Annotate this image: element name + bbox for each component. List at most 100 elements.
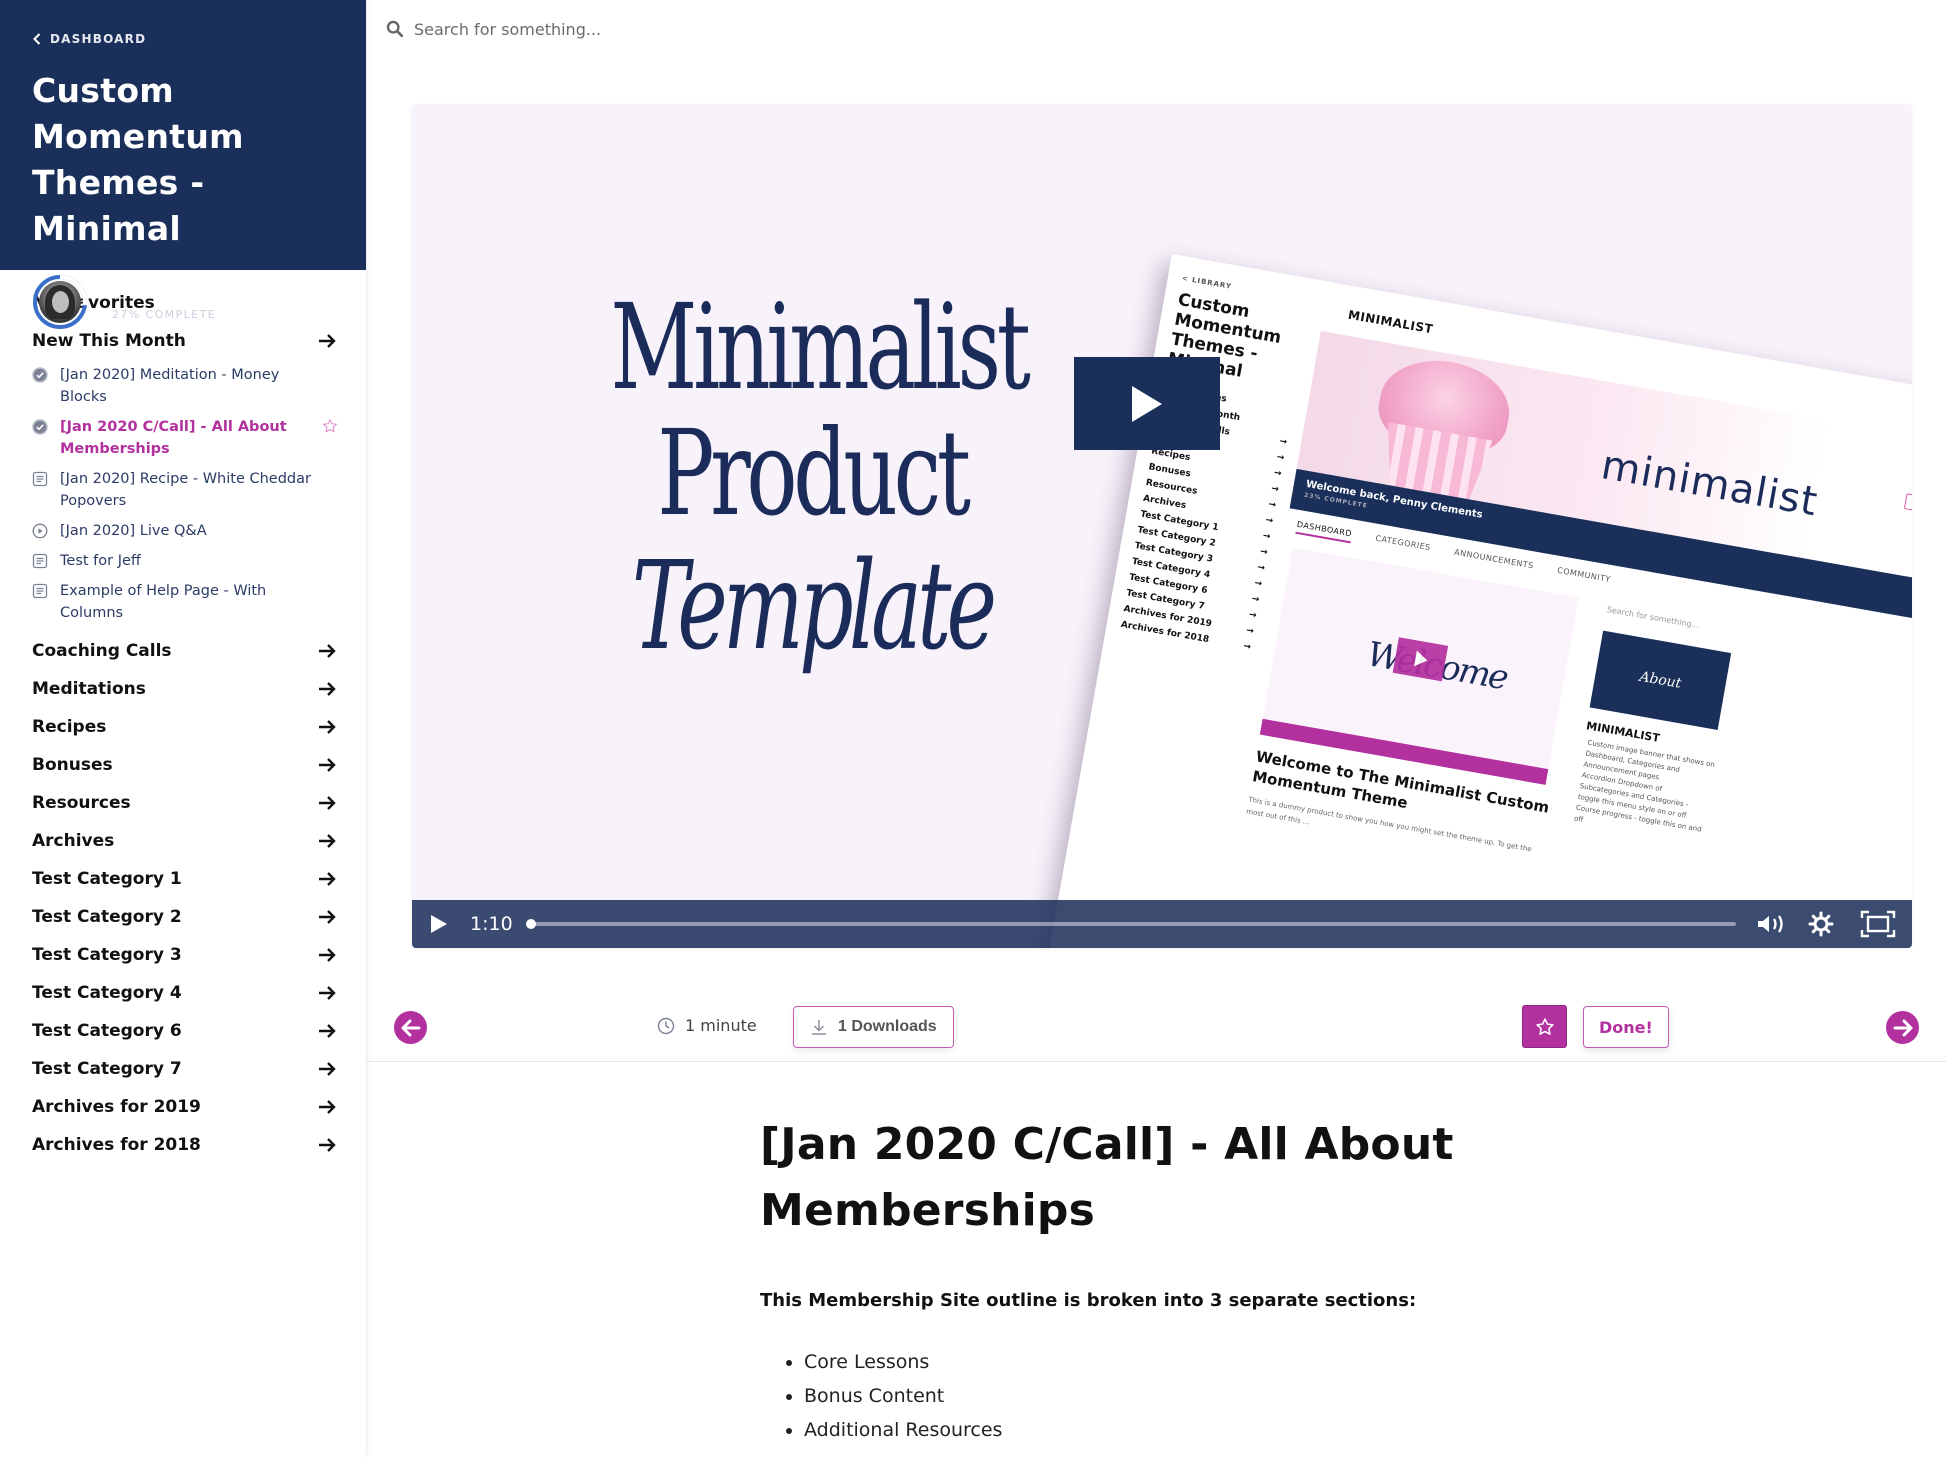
arrow-right-icon <box>319 1024 336 1038</box>
course-title: Custom Momentum Themes - Minimal <box>32 71 244 248</box>
mock-tab: COMMUNITY <box>1556 565 1612 585</box>
arrow-right-icon <box>319 834 336 848</box>
sections-list-item: Additional Resources <box>804 1413 1480 1447</box>
sidebar: DASHBOARD Custom Momentum Themes - Minim… <box>0 0 367 1457</box>
nav-section-label: Resources <box>32 793 131 813</box>
video-controls: 1:10 <box>412 900 1912 948</box>
nav-section-test-category-2[interactable]: Test Category 2 <box>32 898 366 936</box>
nav-section-label: Archives for 2019 <box>32 1097 201 1117</box>
nav-section-label: Recipes <box>32 717 107 737</box>
lesson-label: Test for Jeff <box>60 553 141 569</box>
arrow-right-icon: → <box>1250 594 1261 606</box>
settings-button[interactable] <box>1808 911 1834 937</box>
nav-section-label: Test Category 2 <box>32 907 182 927</box>
mock-wordmark: minimalist <box>1597 442 1822 526</box>
lesson-title: [Jan 2020 C/Call] - All About Membership… <box>760 1119 1454 1236</box>
lesson-item[interactable]: [Jan 2020] Meditation - Money Blocks <box>32 360 338 412</box>
big-play-button[interactable] <box>1074 357 1220 450</box>
nav-section-label: Test Category 6 <box>32 1021 182 1041</box>
video-player[interactable]: Minimalist Product Template < LIBRARY Cu… <box>412 104 1912 948</box>
document-icon <box>32 471 48 487</box>
arrow-right-icon <box>319 986 336 1000</box>
lesson-label: [Jan 2020 C/Call] - All About Membership… <box>60 419 287 457</box>
lesson-item[interactable]: Test for Jeff <box>32 546 338 576</box>
arrow-right-icon <box>319 910 336 924</box>
lesson-item-active[interactable]: [Jan 2020 C/Call] - All About Membership… <box>32 412 338 464</box>
nav-section-label: Test Category 4 <box>32 983 182 1003</box>
lesson-label: [Jan 2020] Live Q&A <box>60 523 207 539</box>
next-lesson-button[interactable] <box>1886 1011 1919 1044</box>
nav-section-resources[interactable]: Resources <box>32 784 366 822</box>
nav-section-label: Meditations <box>32 679 146 699</box>
nav-section-meditations[interactable]: Meditations <box>32 670 366 708</box>
arrow-right-icon <box>319 796 336 810</box>
thumbnail-line-1: Minimalist <box>610 278 1030 416</box>
nav-section-test-category-1[interactable]: Test Category 1 <box>32 860 366 898</box>
arrow-right-icon: → <box>1267 499 1277 511</box>
nav-section-label: New This Month <box>32 331 186 351</box>
thumbnail-line-3: Template <box>631 535 997 677</box>
arrow-right-icon: → <box>1278 436 1288 448</box>
play-circle-icon <box>32 523 48 539</box>
lesson-content: [Jan 2020 C/Call] - All About Membership… <box>760 1112 1480 1447</box>
fullscreen-icon <box>1860 910 1896 938</box>
volume-button[interactable] <box>1756 913 1788 935</box>
mock-brand: MINIMALIST <box>1346 307 1435 337</box>
arrow-right-icon <box>319 1062 336 1076</box>
nav-section-label: Archives <box>32 831 115 851</box>
progress-ring <box>33 275 87 329</box>
mock-pills: DASHBOARD CATEGORIES <box>1903 493 1912 530</box>
video-scrubber[interactable] <box>525 919 1736 929</box>
search-input[interactable] <box>414 19 934 39</box>
scrubber-handle[interactable] <box>525 919 536 929</box>
lesson-item[interactable]: [Jan 2020] Live Q&A <box>32 516 338 546</box>
course-nav: My Favorites New This Month [Jan 2020] M… <box>0 270 366 1164</box>
arrow-right-icon: → <box>1245 625 1255 637</box>
lesson-item[interactable]: [Jan 2020] Recipe - White Cheddar Popove… <box>32 464 338 516</box>
arrow-right-icon <box>319 720 336 734</box>
nav-section-test-category-4[interactable]: Test Category 4 <box>32 974 366 1012</box>
nav-section-coaching-calls[interactable]: Coaching Calls <box>32 632 366 670</box>
mock-side-list: Custom image banner that shows on Dashbo… <box>1573 738 1716 847</box>
nav-section-archives[interactable]: Archives <box>32 822 366 860</box>
nav-section-archives-for-2019[interactable]: Archives for 2019 <box>32 1088 366 1126</box>
downloads-button[interactable]: 1 Downloads <box>793 1006 954 1048</box>
arrow-right-icon: → <box>1270 483 1280 496</box>
search-bar <box>386 14 986 44</box>
gear-icon <box>1808 911 1834 937</box>
thumbnail-title: Minimalist Product Template <box>532 284 1092 676</box>
favorite-button[interactable] <box>1522 1005 1567 1048</box>
arrow-right-icon <box>319 1100 336 1114</box>
nav-section-test-category-3[interactable]: Test Category 3 <box>32 936 366 974</box>
nav-section-label: Coaching Calls <box>32 641 172 661</box>
arrow-right-icon: → <box>1261 531 1272 543</box>
nav-section-label: Archives for 2018 <box>32 1135 201 1155</box>
arrow-right-icon <box>319 872 336 886</box>
arrow-right-icon <box>319 1138 336 1152</box>
fullscreen-button[interactable] <box>1860 910 1896 938</box>
nav-section-archives-for-2018[interactable]: Archives for 2018 <box>32 1126 366 1164</box>
play-icon <box>431 915 447 933</box>
lesson-lead: This Membership Site outline is broken i… <box>760 1290 1417 1311</box>
play-button[interactable] <box>430 914 448 934</box>
back-to-dashboard-link[interactable]: DASHBOARD <box>32 32 334 46</box>
nav-section-bonuses[interactable]: Bonuses <box>32 746 366 784</box>
nav-section-test-category-6[interactable]: Test Category 6 <box>32 1012 366 1050</box>
nav-section-label: Test Category 7 <box>32 1059 182 1079</box>
sections-list-item: Core Lessons <box>804 1345 1480 1379</box>
star-outline-icon[interactable] <box>322 418 338 434</box>
star-outline-icon <box>1535 1017 1554 1035</box>
lesson-duration: 1 minute <box>657 1016 757 1035</box>
arrow-right-icon: → <box>1264 515 1274 527</box>
nav-section-test-category-7[interactable]: Test Category 7 <box>32 1050 366 1088</box>
arrow-left-icon <box>401 1019 420 1036</box>
arrow-right-icon: → <box>1273 468 1283 480</box>
mark-done-button[interactable]: Done! <box>1583 1006 1669 1048</box>
clock-icon <box>657 1017 675 1034</box>
lesson-item[interactable]: Example of Help Page - With Columns <box>32 576 338 628</box>
arrow-right-icon: → <box>1259 546 1269 559</box>
chevron-left-icon <box>33 33 41 45</box>
previous-lesson-button[interactable] <box>394 1011 427 1044</box>
sidebar-header: DASHBOARD Custom Momentum Themes - Minim… <box>0 0 366 329</box>
nav-section-recipes[interactable]: Recipes <box>32 708 366 746</box>
